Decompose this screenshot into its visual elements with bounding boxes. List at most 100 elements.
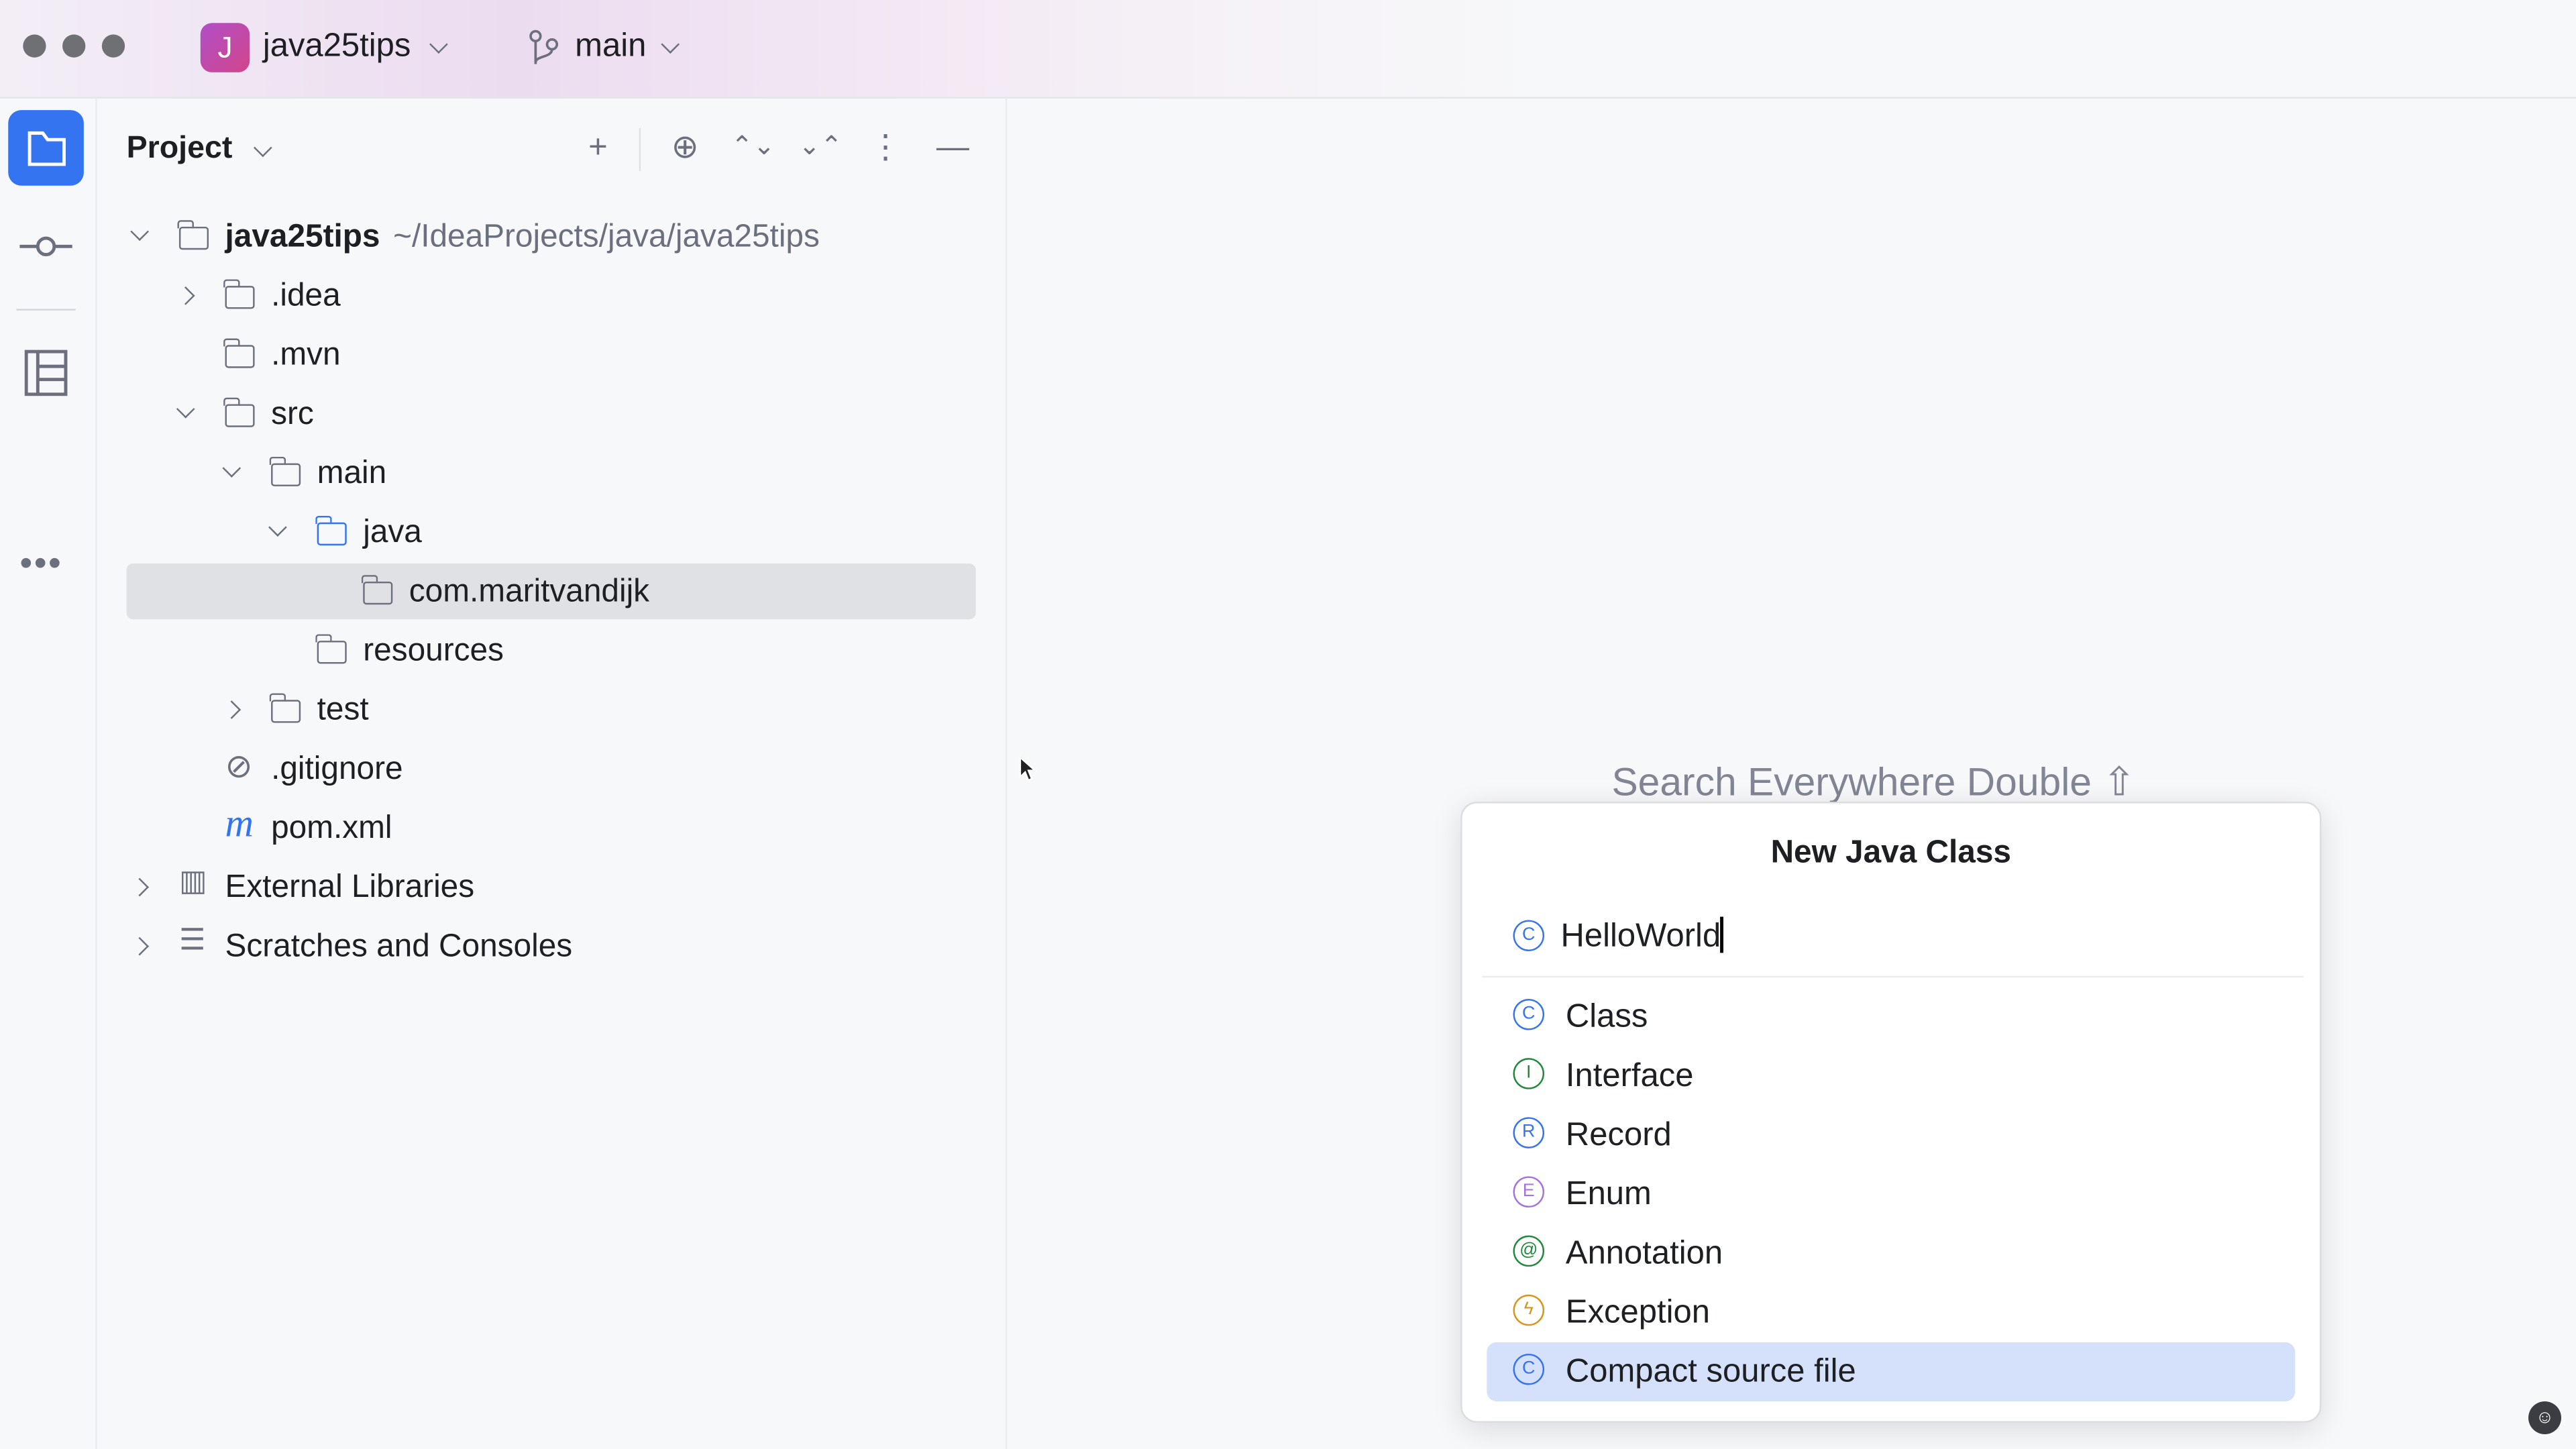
tree-item-label: pom.xml: [271, 810, 392, 846]
source-folder-icon: [317, 523, 347, 545]
chevron-right-icon[interactable]: [222, 700, 241, 719]
tree-item[interactable]: .mvn: [127, 327, 976, 382]
tree-item[interactable]: java25tips~/IdeaProjects/java/java25tips: [127, 209, 976, 264]
class-name-input[interactable]: HelloWorld: [1561, 917, 1723, 957]
kind-icon: C: [1513, 1354, 1545, 1385]
commit-icon[interactable]: [16, 227, 75, 266]
text-caret: [1721, 917, 1723, 953]
folder-icon: [225, 404, 255, 427]
chevron-down-icon[interactable]: [130, 222, 149, 241]
kind-label: Enum: [1566, 1176, 1652, 1214]
branch-name: main: [575, 28, 646, 66]
kind-option[interactable]: C Class: [1487, 987, 2295, 1046]
expand-all-icon[interactable]: ⌃⌄: [731, 128, 771, 168]
module-folder-icon: [179, 227, 209, 250]
project-panel: Project + ⊕ ⌃⌄ ⌄⌃ ⋮ — java25tips~/IdeaPr…: [97, 99, 1007, 1449]
tree-item[interactable]: resources: [127, 623, 976, 678]
tree-item-label: .mvn: [271, 337, 341, 373]
kind-icon: C: [1513, 999, 1545, 1030]
tree-item-label: resources: [363, 633, 504, 669]
kind-option[interactable]: E Enum: [1487, 1165, 2295, 1224]
kind-icon: R: [1513, 1117, 1545, 1148]
divider: [16, 309, 75, 310]
folder-icon: [8, 110, 84, 186]
kind-label: Class: [1566, 999, 1648, 1036]
class-name-value: HelloWorld: [1561, 918, 1721, 955]
title-bar: J java25tips main: [0, 0, 2576, 99]
kind-option[interactable]: ϟ Exception: [1487, 1283, 2295, 1342]
tree-item-label: .idea: [271, 278, 341, 314]
chevron-right-icon[interactable]: [176, 286, 195, 305]
tree-item-label: java: [363, 515, 422, 551]
new-java-class-dialog: New Java Class C HelloWorld C Class I Inter…: [1460, 802, 2321, 1423]
kind-option[interactable]: RRecord: [1487, 1106, 2295, 1165]
kind-label: Annotation: [1566, 1236, 1723, 1273]
chevron-down-icon[interactable]: [268, 518, 287, 537]
tree-item[interactable]: com.maritvandijk: [127, 564, 976, 619]
kind-label: Interface: [1566, 1058, 1694, 1095]
collapse-all-icon[interactable]: ⌄⌃: [798, 128, 838, 168]
divider: [1482, 976, 2304, 977]
divider: [639, 128, 641, 171]
tree-item[interactable]: src: [127, 386, 976, 442]
chevron-down-icon[interactable]: [254, 139, 272, 158]
tree-item[interactable]: ⊘ .gitignore: [127, 741, 976, 796]
tool-window-stripe: •••: [0, 99, 97, 1449]
maven-icon: m: [225, 804, 254, 848]
ignore-file-icon: ⊘: [225, 746, 253, 787]
project-tool-button[interactable]: [8, 110, 84, 186]
kind-icon: I: [1513, 1058, 1545, 1089]
scratches-icon: ☰: [179, 923, 206, 957]
tree-item-label: main: [317, 455, 387, 491]
tree-item-label: test: [317, 692, 369, 728]
hide-icon[interactable]: —: [933, 128, 973, 168]
tree-item-label: Scratches and Consoles: [225, 928, 573, 965]
chevron-down-icon: [661, 35, 680, 54]
kind-option[interactable]: @Annotation: [1487, 1224, 2295, 1283]
git-branch-icon: [527, 30, 560, 66]
kind-label: Compact source file: [1566, 1354, 1856, 1391]
tree-item[interactable]: ▥External Libraries: [127, 859, 976, 915]
chevron-down-icon[interactable]: [222, 459, 241, 478]
tree-item[interactable]: java: [127, 504, 976, 560]
kind-icon: E: [1513, 1176, 1545, 1208]
tree-item-label: com.maritvandijk: [409, 574, 649, 610]
ide-window: J java25tips main ••• Project + ⊕ ⌃⌄ ⌄⌃ …: [0, 0, 2576, 1449]
maximize-window-button[interactable]: [102, 34, 125, 57]
more-tools-icon[interactable]: •••: [19, 542, 62, 585]
new-file-icon[interactable]: +: [578, 128, 618, 168]
folder-icon: [225, 286, 255, 309]
close-window-button[interactable]: [23, 34, 46, 57]
project-panel-title[interactable]: Project: [127, 131, 233, 168]
kind-icon: ϟ: [1513, 1295, 1545, 1326]
folder-icon: [271, 700, 301, 722]
assistant-icon[interactable]: ☺: [2528, 1401, 2561, 1434]
tree-item-label: .gitignore: [271, 751, 402, 787]
chevron-right-icon[interactable]: [130, 878, 149, 897]
options-icon[interactable]: ⋮: [866, 128, 906, 168]
tree-item[interactable]: .idea: [127, 268, 976, 323]
structure-icon[interactable]: [23, 348, 69, 397]
folder-icon: [271, 464, 301, 486]
chevron-down-icon[interactable]: [176, 400, 195, 419]
tree-item[interactable]: ☰ Scratches and Consoles: [127, 918, 976, 974]
project-badge: J: [201, 23, 250, 72]
chevron-down-icon: [429, 35, 448, 54]
tree-item-label: java25tips: [225, 219, 380, 255]
resources-folder-icon: [317, 641, 347, 663]
kind-label: Exception: [1566, 1295, 1710, 1332]
tree-item[interactable]: m pom.xml: [127, 800, 976, 856]
mouse-cursor-icon: [1018, 756, 1038, 782]
tree-item[interactable]: test: [127, 682, 976, 737]
kind-option[interactable]: I Interface: [1487, 1046, 2295, 1106]
tree-item[interactable]: main: [127, 445, 976, 501]
package-icon: [363, 582, 392, 604]
kind-option[interactable]: C Compact source file: [1487, 1342, 2295, 1401]
dialog-title: New Java Class: [1462, 835, 2320, 872]
minimize-window-button[interactable]: [62, 34, 85, 57]
chevron-right-icon[interactable]: [130, 937, 149, 956]
project-name: java25tips: [263, 28, 411, 66]
compact-source-icon: C: [1513, 920, 1545, 951]
locate-icon[interactable]: ⊕: [665, 128, 705, 168]
folder-icon: [225, 345, 255, 368]
